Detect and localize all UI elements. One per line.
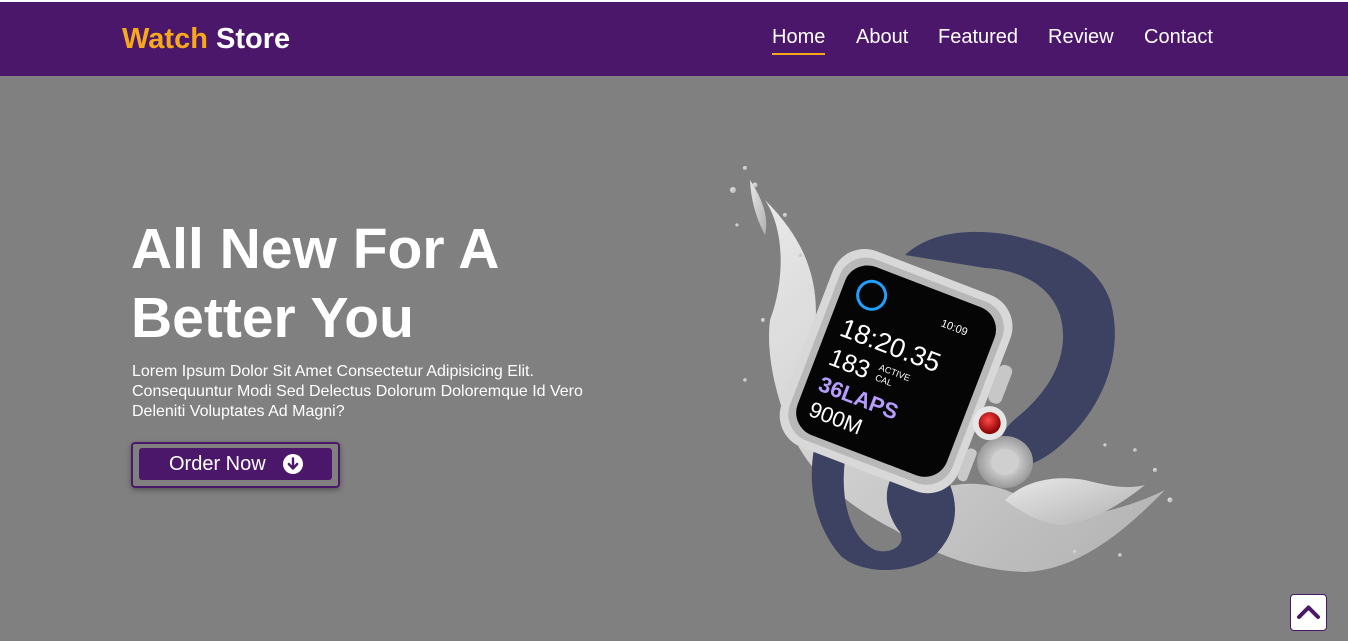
hero-title-line-1: All New For A — [131, 217, 500, 281]
nav-link-home[interactable]: Home — [772, 25, 826, 55]
chevron-up-icon — [1297, 605, 1320, 619]
nav-link-about[interactable]: About — [856, 25, 908, 49]
logo-text: Store — [216, 23, 291, 55]
order-now-button[interactable]: Order Now — [139, 448, 332, 480]
logo[interactable]: Watch Store — [122, 22, 290, 56]
arrow-down-circle-icon — [283, 454, 303, 474]
nav-link-contact[interactable]: Contact — [1144, 25, 1213, 49]
scroll-to-top-button[interactable] — [1290, 594, 1327, 631]
order-now-label: Order Now — [169, 453, 266, 475]
smartwatch-image: 10:09 18:20.35 183 ACTIVE CAL 36LAPS 900… — [730, 166, 1173, 572]
hero-title: All New For A Better You — [131, 215, 651, 353]
order-button-frame: Order Now — [131, 442, 340, 488]
navbar: Watch Store Home About Featured Review C… — [0, 2, 1348, 76]
hero-description: Lorem Ipsum Dolor Sit Amet Consectetur A… — [132, 363, 583, 420]
nav-link-featured[interactable]: Featured — [938, 25, 1018, 49]
hero-title-line-2: Better You — [131, 286, 414, 350]
nav-link-review[interactable]: Review — [1048, 25, 1114, 49]
logo-accent-text: Watch — [122, 23, 208, 55]
